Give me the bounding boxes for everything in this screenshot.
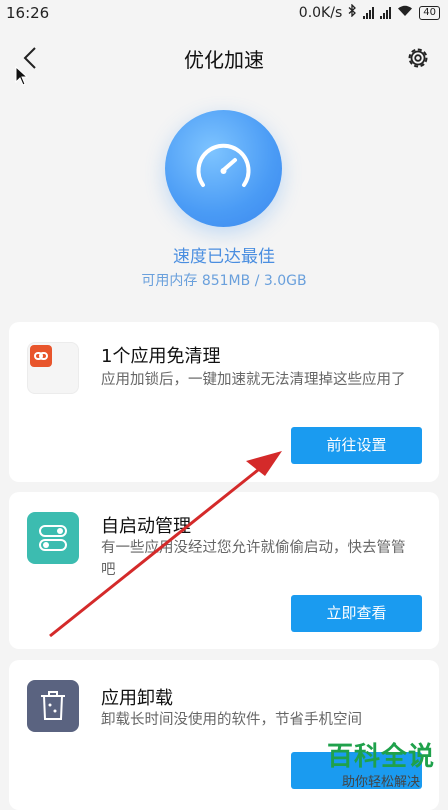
header-bar: 优化加速 <box>0 30 448 88</box>
signal-2-icon <box>380 6 392 19</box>
uninstall-trash-icon <box>41 691 65 720</box>
speedometer-icon <box>196 143 251 187</box>
status-bar: 16:26 0.0K/s 40 <box>0 0 448 28</box>
autostart-card: 自启动管理 有一些应用没经过您允许就偷偷启动，快去管管吧 立即查看 <box>9 492 439 649</box>
card-icon-wrapper <box>27 680 79 732</box>
status-indicators: 0.0K/s 40 <box>298 3 440 21</box>
card-description: 卸载长时间没使用的软件，节省手机空间 <box>101 712 362 728</box>
card-description: 有一些应用没经过您允许就偷偷启动，快去管管吧 <box>101 540 406 578</box>
app-lock-icon <box>30 345 52 367</box>
watermark-title: 百科全说 <box>326 742 435 772</box>
mouse-cursor-icon <box>15 66 29 86</box>
card-title: 应用卸载 <box>101 688 173 709</box>
view-now-button[interactable]: 立即查看 <box>291 595 422 632</box>
card-icon-wrapper <box>27 512 79 564</box>
watermark-subtitle: 助你轻松解决 <box>341 775 420 790</box>
card-icon-wrapper <box>27 342 79 394</box>
speed-gauge <box>165 110 282 227</box>
speed-status: 速度已达最佳 <box>173 247 275 267</box>
settings-button[interactable] <box>404 44 432 72</box>
watermark: 百科全说 助你轻松解决 <box>322 736 440 790</box>
memory-info: 可用内存 851MB / 3.0GB <box>141 273 307 289</box>
card-title: 自启动管理 <box>101 516 191 537</box>
signal-1-icon <box>363 6 375 19</box>
battery-icon: 40 <box>419 5 440 20</box>
app-lock-card: 1个应用免清理 应用加锁后，一键加速就无法清理掉这些应用了 前往设置 <box>9 322 439 482</box>
go-to-settings-button[interactable]: 前往设置 <box>291 427 422 464</box>
card-description: 应用加锁后，一键加速就无法清理掉这些应用了 <box>101 372 406 388</box>
wifi-icon <box>397 5 413 21</box>
autostart-toggle-icon <box>39 525 67 551</box>
network-speed: 0.0K/s <box>298 4 343 21</box>
bluetooth-icon <box>348 3 357 21</box>
card-title: 1个应用免清理 <box>101 346 221 367</box>
page-title: 优化加速 <box>184 48 264 72</box>
status-time: 16:26 <box>6 4 50 22</box>
gear-icon <box>408 48 428 68</box>
